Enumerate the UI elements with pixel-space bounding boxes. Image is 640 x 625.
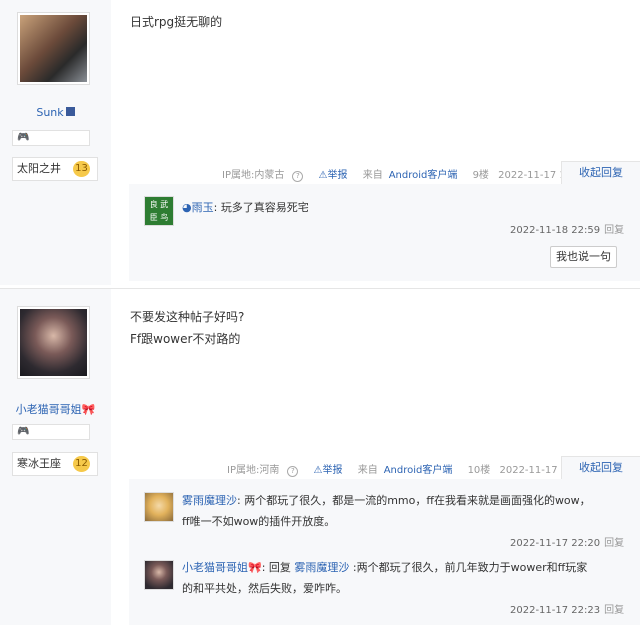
reply-box: 雾雨魔理沙: 两个都玩了很久，都是一流的mmo，ff在我看来就是画面强化的wow… [129,479,640,625]
ip-location: IP属地:河南? [227,465,304,477]
client-link[interactable]: Android客户端 [384,465,453,476]
member-icon [65,107,75,116]
client-source: 来自 Android客户端 [362,170,458,181]
floor-number: 10楼 [467,465,491,476]
avatar[interactable] [17,306,90,379]
avatar[interactable] [17,12,90,85]
reply-text: ◕雨玉: 玩多了真容易死宅 [182,201,309,214]
collapse-replies-button[interactable]: 收起回复 [561,456,640,479]
collapse-replies-button[interactable]: 收起回复 [561,161,640,184]
bow-icon: 🎀 [248,561,262,574]
forum-level-number: 12 [73,456,90,472]
report-link[interactable]: ⚠举报 [314,465,349,476]
reply-time: 2022-11-17 22:23 [510,605,601,616]
reply-text: 小老猫哥哥姐🎀: 回复 雾雨魔理沙 :两个都玩了很久，前几年致力于wower和f… [182,561,588,595]
post-content: 不要发这种帖子好吗? Ff跟wower不对路的 [130,306,244,350]
reply-author[interactable]: 雨玉 [192,201,214,214]
post-floor-9: Sunk 🎮 太阳之井 13 日式rpg挺无聊的 IP属地:内蒙古? ⚠举报 来… [0,0,640,285]
bow-icon: 🎀 [81,403,96,416]
username[interactable]: 小老猫哥哥姐 [16,403,82,416]
post-floor-10: 小老猫哥哥姐🎀 🎮 寒冰王座 12 不要发这种帖子好吗? Ff跟wower不对路… [0,289,640,625]
gamepad-icon: 🎮 [17,426,30,437]
report-link[interactable]: ⚠举报 [319,170,354,181]
reply-author[interactable]: 小老猫哥哥姐 [182,561,248,574]
reply-time: 2022-11-17 22:20 [510,538,601,549]
forum-level-number: 13 [73,161,90,177]
floor-number: 9楼 [472,170,489,181]
username-link[interactable]: Sunk [0,106,111,119]
help-icon[interactable]: ? [287,466,299,477]
tieba-icon: ◕ [182,201,192,214]
gamepad-icon: 🎮 [17,132,30,143]
game-badge[interactable]: 🎮 [12,130,90,146]
reply-time: 2022-11-18 22:59 [510,225,601,236]
reply-box: 良 武臣 鸟 ◕雨玉: 玩多了真容易死宅 2022-11-18 22:59 回复 … [129,184,640,281]
reply-button[interactable]: 回复 [604,225,624,236]
forum-level-badge[interactable]: 寒冰王座 12 [12,452,98,476]
forum-level-badge[interactable]: 太阳之井 13 [12,157,98,181]
forum-level-name: 太阳之井 [17,162,61,175]
username[interactable]: Sunk [36,106,63,119]
reply-button[interactable]: 回复 [604,538,624,549]
help-icon[interactable]: ? [292,171,304,182]
post-meta: IP属地:河南? ⚠举报 来自 Android客户端 10楼 2022-11-17… [227,461,590,477]
post-text-line: 不要发这种帖子好吗? [130,310,245,324]
say-something-button[interactable]: 我也说一句 [550,246,617,268]
post-meta: IP属地:内蒙古? ⚠举报 来自 Android客户端 9楼 2022-11-17… [222,166,588,182]
post-text-line: Ff跟wower不对路的 [130,332,241,346]
forum-level-name: 寒冰王座 [17,457,61,470]
reply-target[interactable]: 雾雨魔理沙 [294,561,349,574]
reply-text: 雾雨魔理沙: 两个都玩了很久，都是一流的mmo，ff在我看来就是画面强化的wow… [182,494,591,528]
game-badge[interactable]: 🎮 [12,424,90,440]
ip-location: IP属地:内蒙古? [222,170,309,182]
reply-meta: 2022-11-17 22:20 回复 [510,534,624,549]
reply-button[interactable]: 回复 [604,605,624,616]
post-content: 日式rpg挺无聊的 [130,11,222,33]
reply-meta: 2022-11-17 22:23 回复 [510,601,624,616]
client-link[interactable]: Android客户端 [389,170,458,181]
username-link[interactable]: 小老猫哥哥姐🎀 [0,401,111,417]
reply-avatar[interactable] [144,492,174,522]
reply-avatar[interactable] [144,560,174,590]
client-source: 来自 Android客户端 [357,465,453,476]
post-text-line: 日式rpg挺无聊的 [130,15,223,29]
reply-meta: 2022-11-18 22:59 回复 [510,221,624,236]
reply-avatar[interactable]: 良 武臣 鸟 [144,196,174,226]
reply-author[interactable]: 雾雨魔理沙 [182,494,237,507]
